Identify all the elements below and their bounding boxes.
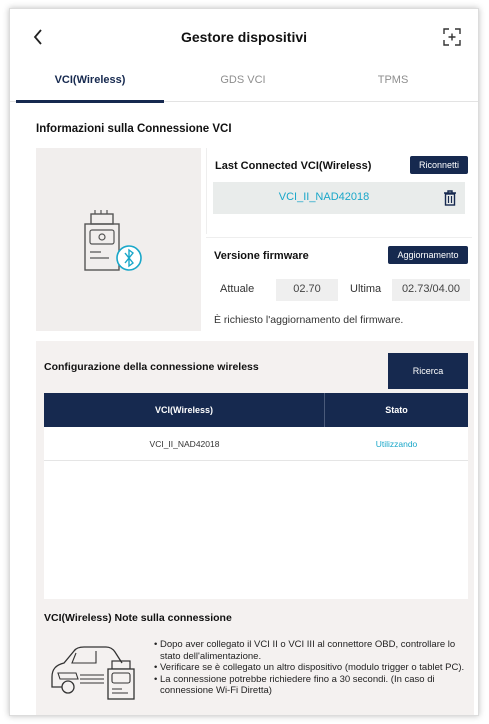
firmware-panel: Versione firmware Aggiornamento Attuale …: [206, 237, 472, 331]
tab-gds-vci[interactable]: GDS VCI: [169, 65, 317, 102]
car-obd-icon: [51, 646, 135, 700]
table-header: VCI(Wireless) Stato: [44, 393, 468, 427]
firmware-update-button[interactable]: Aggiornamento: [388, 246, 468, 264]
note-item: La connessione potrebbe richiedere fino …: [154, 674, 470, 697]
firmware-update-note: È richiesto l'aggiornamento del firmware…: [214, 314, 404, 326]
row-status: Utilizzando: [375, 439, 418, 449]
note-item: Dopo aver collegato il VCI II o VCI III …: [154, 639, 470, 662]
header: Gestore dispositivi: [10, 9, 478, 65]
last-connected-panel: Last Connected VCI(Wireless) Riconnetti …: [206, 148, 472, 234]
firmware-versions-row: Attuale 02.70 Ultima 02.73/04.00: [214, 276, 470, 304]
tab-vci-wireless[interactable]: VCI(Wireless): [16, 65, 164, 103]
current-version-value: 02.70: [276, 279, 338, 301]
page-title: Gestore dispositivi: [180, 29, 308, 45]
device-manager-window: Gestore dispositivi VCI(Wireless) GDS VC…: [9, 8, 479, 716]
delete-vci-button[interactable]: [443, 190, 457, 206]
vci-bluetooth-icon: [84, 210, 142, 271]
notes-list: Dopo aver collegato il VCI II o VCI III …: [154, 639, 470, 697]
firmware-title: Versione firmware: [214, 250, 309, 262]
expand-button[interactable]: [442, 27, 462, 47]
latest-version-value: 02.73/04.00: [392, 279, 470, 301]
reconnect-button[interactable]: Riconnetti: [410, 156, 468, 174]
last-vci-field: VCI_II_NAD42018: [213, 182, 465, 214]
last-vci-name: VCI_II_NAD42018: [278, 191, 370, 203]
current-version-label: Attuale: [220, 283, 255, 295]
trash-icon: [444, 190, 456, 206]
connection-info-title: Informazioni sulla Connessione VCI: [36, 123, 232, 135]
notes-title: VCI(Wireless) Note sulla connessione: [44, 612, 232, 624]
column-header-status: Stato: [385, 405, 408, 415]
tab-tpms[interactable]: TPMS: [319, 65, 467, 102]
latest-version-label: Ultima: [350, 283, 382, 295]
row-vci-name: VCI_II_NAD42018: [149, 439, 220, 449]
last-connected-title: Last Connected VCI(Wireless): [215, 160, 372, 172]
table-row[interactable]: VCI_II_NAD42018 Utilizzando: [44, 427, 468, 461]
search-button[interactable]: Ricerca: [388, 353, 468, 389]
note-item: Verificare se è collegato un altro dispo…: [154, 662, 470, 674]
expand-icon: [443, 28, 461, 46]
tab-bar: VCI(Wireless) GDS VCI TPMS: [10, 65, 478, 103]
vci-device-panel: [36, 148, 201, 331]
wireless-config-panel: Configurazione della connessione wireles…: [36, 341, 474, 715]
column-header-vci: VCI(Wireless): [44, 393, 325, 427]
vci-table: VCI(Wireless) Stato VCI_II_NAD42018 Util…: [44, 393, 468, 599]
wireless-config-title: Configurazione della connessione wireles…: [44, 361, 259, 373]
